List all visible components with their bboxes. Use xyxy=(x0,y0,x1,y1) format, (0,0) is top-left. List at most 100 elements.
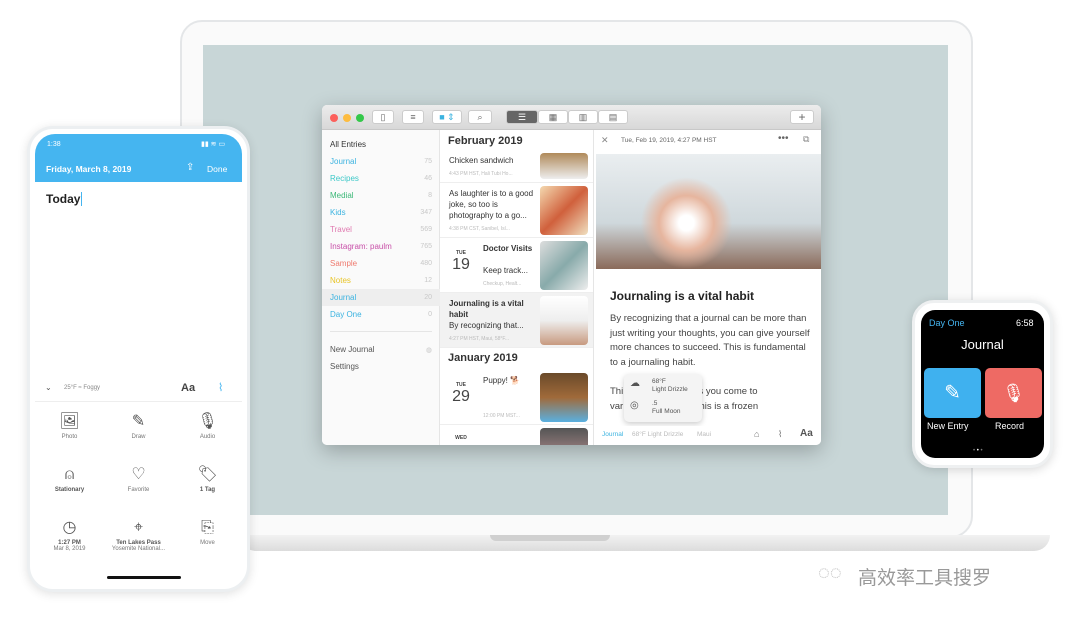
done-button[interactable]: Done xyxy=(207,164,227,174)
list-item[interactable]: WED xyxy=(440,425,593,445)
record-button[interactable]: 🎙 xyxy=(985,368,1042,418)
sidebar-item[interactable]: Instagram: paulm 765 xyxy=(322,238,440,255)
stationary-button[interactable]: ⍝ Stationary xyxy=(35,457,104,510)
close-icon[interactable]: ✕ xyxy=(601,135,609,146)
sidebar-item[interactable]: Sample 480 xyxy=(322,255,440,272)
settings-button[interactable]: Settings xyxy=(322,358,440,375)
entry-meta: 4:38 PM CST, Sanibel, Isl... xyxy=(449,226,510,232)
location-pin-icon: ⌖ xyxy=(133,519,143,536)
watch-journal-title: Journal xyxy=(961,337,1004,352)
weather-link[interactable]: 68°F Light Drizzle xyxy=(632,431,683,438)
journal-link[interactable]: Journal xyxy=(602,431,623,438)
zoom-window-button[interactable] xyxy=(356,114,364,122)
weather-popover: ☁ 68°F Light Drizzle ◎ .5 Full Moon xyxy=(624,374,702,422)
laptop-base xyxy=(240,535,1050,551)
sidebar-item[interactable]: Day One 0 xyxy=(322,306,440,323)
entry-photo xyxy=(540,186,588,235)
page-indicator: • • • xyxy=(973,448,983,454)
phone-screen: 1:38 ▮▮ ≋ ▭ Friday, March 8, 2019 ⇪ Done… xyxy=(35,134,242,584)
more-options-icon[interactable]: ••• xyxy=(778,133,789,144)
photo-button[interactable]: 🖼 Photo xyxy=(35,404,104,457)
action-label: Stationary xyxy=(54,487,85,493)
sidebar-item[interactable]: Notes 12 xyxy=(322,272,440,289)
journal-color-picker[interactable]: ■ ⇕ xyxy=(432,110,462,124)
action-grid: 🖼 Photo ✎ Draw 🎙 Audio ⍝ Stationary ♡ Favorite 🏷 1 … xyxy=(35,404,242,574)
tag-icon[interactable]: ⌂ xyxy=(754,429,759,439)
entry-body[interactable]: By recognizing that a journal can be mor… xyxy=(610,312,810,370)
new-entry-label: New Entry xyxy=(927,421,969,431)
list-item[interactable]: TUE 29 Puppy! 🐕 12:00 PM MST... xyxy=(440,370,593,425)
action-sublabel: Mar 8, 2019 xyxy=(53,546,86,552)
draw-button[interactable]: ✎ Draw xyxy=(104,404,173,457)
grid-view-icon[interactable]: ▦ xyxy=(538,110,568,124)
sidebar-item[interactable]: Kids 347 xyxy=(322,204,440,221)
timeline-view-icon[interactable]: ▥ xyxy=(568,110,598,124)
entry-footer: Journal 68°F Light Drizzle Maui ⌂ ⌇ Aa xyxy=(594,426,821,445)
open-window-icon[interactable]: ⧉ xyxy=(803,134,809,145)
font-button[interactable]: Aa xyxy=(800,428,813,439)
share-icon[interactable]: ⇪ xyxy=(186,162,194,173)
microphone-icon: 🎙 xyxy=(1002,383,1025,403)
moon-value: .5 xyxy=(652,400,658,407)
sidebar-item-label: Notes xyxy=(330,276,351,285)
sidebar-item-label: Sample xyxy=(330,259,358,268)
search-icon[interactable]: ⌕ xyxy=(468,110,492,124)
move-button[interactable]: ⎘ Move xyxy=(173,510,242,563)
minimize-window-button[interactable] xyxy=(343,114,351,122)
entry-editor[interactable]: Today xyxy=(46,192,83,206)
sidebar-toggle-icon[interactable]: ▯ xyxy=(372,110,394,124)
sidebar-item-count: 765 xyxy=(420,243,432,250)
entry-title: As laughter is to a good joke, so too is… xyxy=(449,189,534,220)
sidebar-item[interactable]: Journal 75 xyxy=(322,153,440,170)
action-label: Photo xyxy=(61,434,78,440)
sidebar-item-label: Travel xyxy=(330,225,352,234)
entry-meta: Checkup, Healt... xyxy=(483,281,522,287)
chevron-down-icon[interactable]: ⌄ xyxy=(45,383,52,392)
sidebar-item[interactable]: All Entries xyxy=(322,136,440,153)
cloud-drizzle-icon: ☁ xyxy=(630,378,640,389)
list-item[interactable]: TUE 19 Doctor Visits Keep track... Checku… xyxy=(440,238,593,293)
sidebar-item[interactable]: Medial 8 xyxy=(322,187,440,204)
sidebar-item-count: 480 xyxy=(420,260,432,267)
toolbar: ▯ ≡ ■ ⇕ ⌕ ☰ ▦ ▥ ▤ + xyxy=(322,105,821,130)
sidebar-item-label: Medial xyxy=(330,191,354,200)
sidebar-item-count: 12 xyxy=(424,277,432,284)
sidebar-item-label: All Entries xyxy=(330,140,367,149)
favorite-button[interactable]: ♡ Favorite xyxy=(104,457,173,510)
list-item[interactable]: Chicken sandwich 4:43 PM HST, Hali Tubi … xyxy=(440,153,593,183)
list-item-selected[interactable]: Journaling is a vital habit By recognizi… xyxy=(440,293,593,348)
sidebar-item-count: 75 xyxy=(424,158,432,165)
add-entry-button[interactable]: + xyxy=(790,110,814,124)
1-tag-button[interactable]: 🏷 1 Tag xyxy=(173,457,242,510)
entry-photo xyxy=(540,373,588,422)
attachment-icon[interactable]: ⌇ xyxy=(218,381,223,394)
moon-icon: ◎ xyxy=(630,400,639,411)
stationary-icon: ⍝ xyxy=(64,466,75,483)
list-view-icon[interactable]: ☰ xyxy=(506,110,538,124)
action-label: Draw xyxy=(131,434,146,440)
close-window-button[interactable] xyxy=(330,114,338,122)
ten-lakes-pass-button[interactable]: ⌖ Ten Lakes Pass Yosemite National... xyxy=(104,510,173,563)
month-header: February 2019 xyxy=(448,135,523,147)
entry-title: Chicken sandwich xyxy=(449,156,514,165)
entry-title: Puppy! 🐕 xyxy=(483,376,521,385)
sidebar-item[interactable]: Recipes 46 xyxy=(322,170,440,187)
font-button[interactable]: Aa xyxy=(181,382,195,394)
1-27-pm-button[interactable]: ◷ 1:27 PM Mar 8, 2019 xyxy=(35,510,104,563)
sidebar-item[interactable]: Journal 20 xyxy=(322,289,440,306)
temperature: 68°F xyxy=(652,378,666,385)
filter-icon[interactable]: ≡ xyxy=(402,110,424,124)
new-entry-button[interactable]: ✎ xyxy=(924,368,981,418)
calendar-view-icon[interactable]: ▤ xyxy=(598,110,628,124)
attachment-icon[interactable]: ⌇ xyxy=(778,429,782,440)
sidebar-item[interactable]: Travel 569 xyxy=(322,221,440,238)
location-link[interactable]: Maui xyxy=(697,431,711,438)
entry-hero-photo xyxy=(596,154,821,269)
sidebar-item-count: 347 xyxy=(420,209,432,216)
audio-button[interactable]: 🎙 Audio xyxy=(173,404,242,457)
list-item[interactable]: As laughter is to a good joke, so too is… xyxy=(440,183,593,238)
new-journal-button[interactable]: New Journal ◍ xyxy=(322,341,440,358)
sidebar-item-count: 0 xyxy=(428,311,432,318)
entry-meta: 4:27 PM HST, Maui, 58°F... xyxy=(449,336,510,342)
entry-excerpt: Keep track... xyxy=(483,266,528,275)
